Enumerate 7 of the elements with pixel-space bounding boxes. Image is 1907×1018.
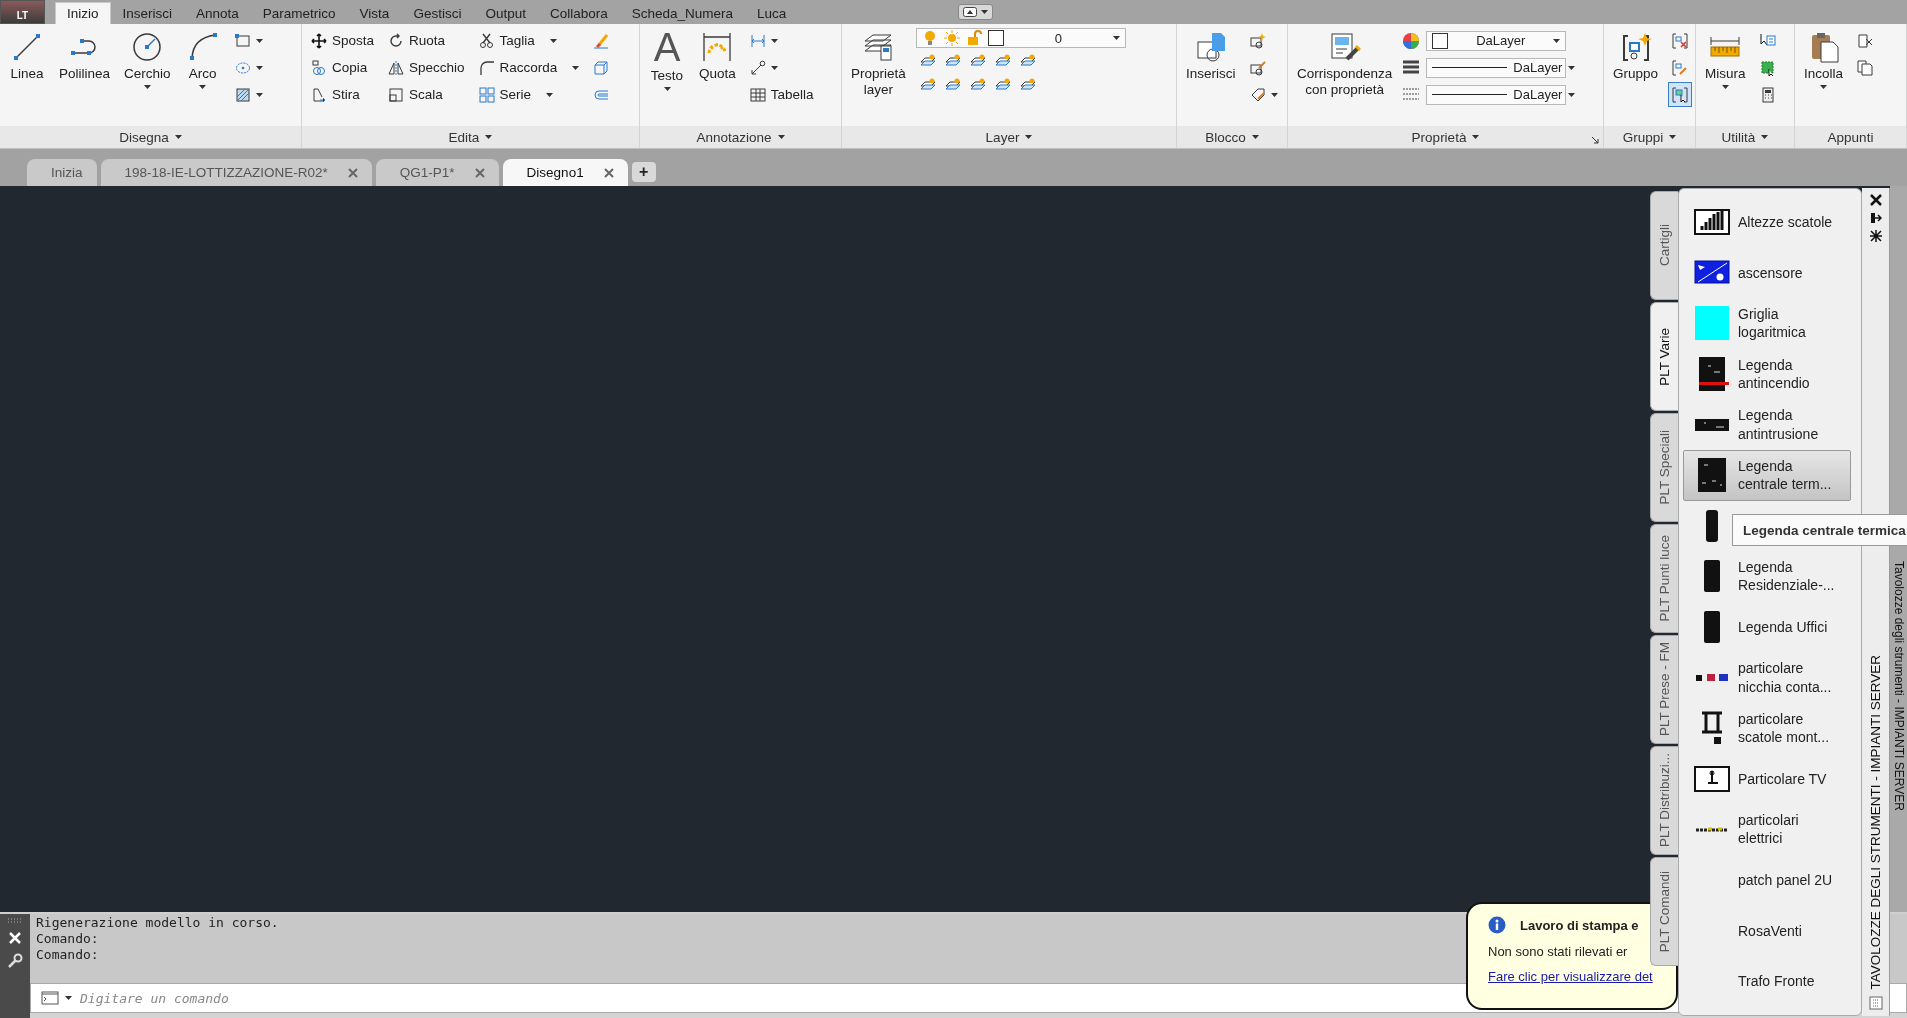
notification-title: Lavoro di stampa e: [1520, 917, 1639, 933]
tooltip: Legenda centrale termica: [1732, 514, 1907, 546]
command-history-line: Comando:: [36, 947, 99, 963]
panel-title-bar: Appunti: [1795, 126, 1906, 148]
command-history-line: Rigenerazione modello in corso.: [36, 915, 279, 931]
palette-title: Tavolozze degli strumenti - IMPIANTI SERVER: [1891, 561, 1906, 813]
command-history-line: Comando:: [36, 931, 99, 947]
